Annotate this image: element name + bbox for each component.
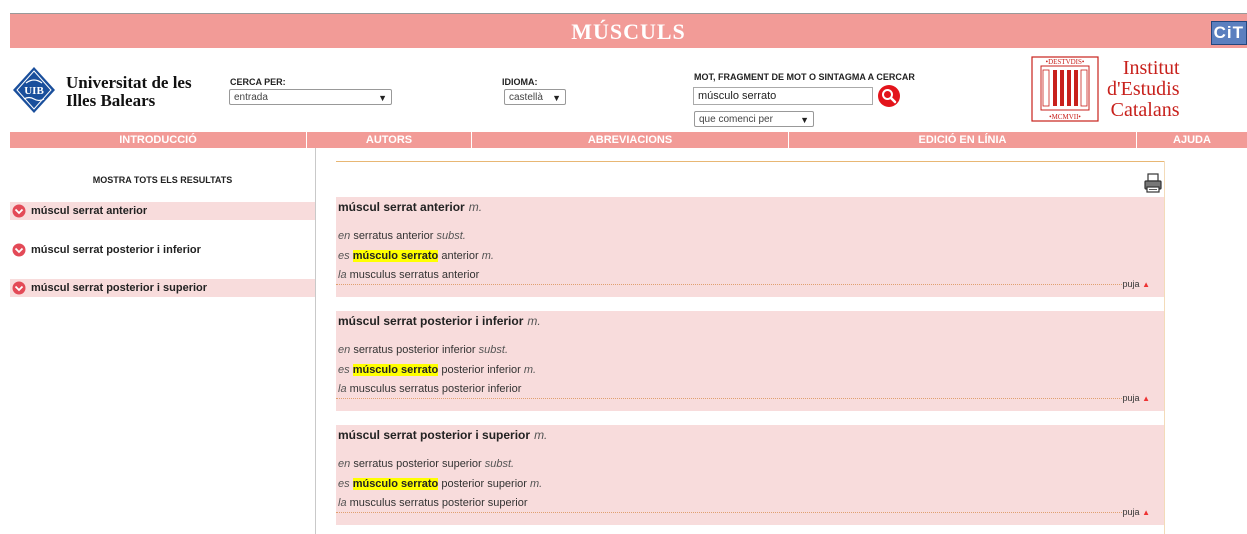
svg-text:UIB: UIB [24, 85, 44, 97]
cit-badge[interactable]: CiT [1210, 21, 1247, 45]
arrow-bullet-icon [12, 243, 26, 257]
content-right-border [1164, 161, 1165, 534]
printer-icon[interactable] [1143, 173, 1163, 193]
nav-autors[interactable]: AUTORS [307, 132, 471, 148]
triangle-up-icon: ▲ [1142, 508, 1150, 517]
cerca-per-value: entrada [234, 92, 268, 103]
sidebar-result-item[interactable]: múscul serrat posterior i superior [10, 279, 315, 297]
arrow-bullet-icon [12, 281, 26, 295]
entry-es-line: es músculo serrato posterior superior m. [338, 478, 543, 490]
iec-name-line3: Catalans [1110, 99, 1180, 121]
uib-name-line1: Universitat de les [66, 73, 192, 92]
search-icon[interactable] [877, 84, 901, 108]
search-highlight: músculo serrato [352, 364, 439, 376]
svg-text:•MCMVII•: •MCMVII• [1049, 113, 1081, 121]
nav-ajuda[interactable]: AJUDA [1137, 132, 1247, 148]
entry-term: múscul serrat posterior i superior m. [338, 428, 548, 442]
idioma-value: castellà [509, 92, 543, 103]
match-type-value: que comenci per [699, 114, 773, 125]
triangle-up-icon: ▲ [1142, 394, 1150, 403]
iec-name-line2: d'Estudis [1107, 78, 1180, 100]
arrow-bullet-icon [12, 204, 26, 218]
back-to-top-link[interactable]: puja ▲ [1123, 279, 1150, 289]
entry-gram: m. [534, 428, 548, 442]
nav-abreviacions[interactable]: ABREVIACIONS [472, 132, 788, 148]
sidebar-result-item[interactable]: múscul serrat anterior [10, 202, 315, 220]
entry-la-line: la musculus serratus anterior [338, 269, 480, 281]
idioma-label: IDIOMA: [502, 77, 538, 87]
main-nav: INTRODUCCIÓ AUTORS ABREVIACIONS EDICIÓ E… [10, 132, 1247, 148]
uib-name[interactable]: Universitat de les Illes Balears [66, 74, 192, 110]
entry-divider [336, 398, 1122, 399]
search-highlight: músculo serrato [352, 478, 439, 490]
triangle-up-icon: ▲ [1142, 280, 1150, 289]
cerca-per-select[interactable]: entrada ▼ [229, 89, 392, 105]
sidebar-result-label: múscul serrat anterior [31, 205, 148, 217]
entry-term: múscul serrat anterior m. [338, 200, 483, 214]
dictionary-entry: múscul serrat anterior m. en serratus ant… [336, 197, 1164, 297]
page-title: MÚSCULS [571, 19, 686, 44]
title-bar: MÚSCULS CiT [10, 14, 1247, 48]
chevron-down-icon: ▼ [378, 93, 387, 103]
uib-name-line2: Illes Balears [66, 91, 156, 110]
dictionary-entry: múscul serrat posterior i inferior m. en … [336, 311, 1164, 411]
entry-en-line: en serratus posterior inferior subst. [338, 344, 509, 356]
chevron-down-icon: ▼ [800, 115, 809, 125]
sidebar-result-item[interactable]: múscul serrat posterior i inferior [10, 241, 315, 259]
entry-es-line: es músculo serrato anterior m. [338, 250, 494, 262]
back-to-top-link[interactable]: puja ▲ [1123, 507, 1150, 517]
uib-logo-icon[interactable]: UIB [12, 66, 56, 114]
dictionary-entry: múscul serrat posterior i superior m. en … [336, 425, 1164, 525]
match-type-select[interactable]: que comenci per ▼ [694, 111, 814, 127]
cerca-per-label: CERCA PER: [230, 77, 286, 87]
search-input[interactable]: músculo serrato [693, 87, 873, 105]
entry-divider [336, 284, 1122, 285]
nav-introduccio[interactable]: INTRODUCCIÓ [10, 132, 306, 148]
query-label: MOT, FRAGMENT DE MOT O SINTAGMA A CERCAR [694, 72, 915, 82]
entry-es-line: es músculo serrato posterior inferior m. [338, 364, 537, 376]
entry-la-line: la musculus serratus posterior inferior [338, 383, 522, 395]
iec-name-line1: Institut [1122, 57, 1180, 79]
nav-edicio-en-linia[interactable]: EDICIÓ EN LÍNIA [789, 132, 1136, 148]
idioma-select[interactable]: castellà ▼ [504, 89, 566, 105]
entry-gram: m. [527, 314, 541, 328]
iec-crest-icon[interactable]: •DESTVDIS• •MCMVII• [1031, 56, 1099, 122]
content-top-rule [336, 161, 1164, 162]
svg-text:•DESTVDIS•: •DESTVDIS• [1046, 58, 1085, 66]
sidebar-result-label: múscul serrat posterior i inferior [31, 244, 201, 256]
entry-la-line: la musculus serratus posterior superior [338, 497, 528, 509]
entry-gram: m. [468, 200, 483, 214]
back-to-top-link[interactable]: puja ▲ [1123, 393, 1150, 403]
iec-name[interactable]: Institut d'Estudis Catalans [1107, 58, 1180, 121]
search-highlight: músculo serrato [352, 250, 439, 262]
sidebar-result-label: múscul serrat posterior i superior [31, 282, 208, 294]
results-sidebar: MOSTRA TOTS ELS RESULTATS múscul serrat … [10, 148, 316, 534]
entry-en-line: en serratus anterior subst. [338, 230, 466, 242]
entry-en-line: en serratus posterior superior subst. [338, 458, 515, 470]
entry-term: múscul serrat posterior i inferior m. [338, 314, 541, 328]
chevron-down-icon: ▼ [552, 93, 561, 103]
show-all-results-link[interactable]: MOSTRA TOTS ELS RESULTATS [10, 175, 315, 185]
entry-divider [336, 512, 1122, 513]
